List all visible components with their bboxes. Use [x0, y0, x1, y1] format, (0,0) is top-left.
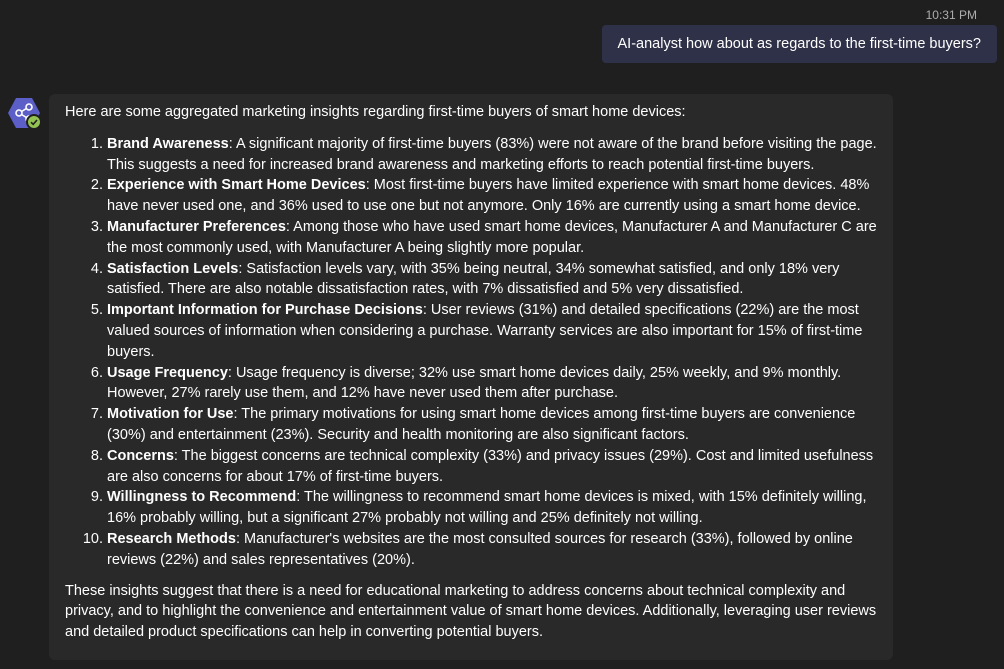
- list-item: Satisfaction Levels: Satisfaction levels…: [107, 259, 877, 301]
- list-item: Experience with Smart Home Devices: Most…: [107, 175, 877, 217]
- list-item: Usage Frequency: Usage frequency is dive…: [107, 363, 877, 405]
- list-item: Concerns: The biggest concerns are techn…: [107, 446, 877, 488]
- item-title: Motivation for Use: [107, 406, 234, 423]
- list-item: Brand Awareness: A significant majority …: [107, 134, 877, 176]
- item-title: Concerns: [107, 447, 174, 464]
- item-title: Important Information for Purchase Decis…: [107, 302, 423, 319]
- message-conclusion: These insights suggest that there is a n…: [65, 582, 877, 641]
- item-title: Manufacturer Preferences: [107, 218, 286, 235]
- bot-message-bubble[interactable]: Here are some aggregated marketing insig…: [49, 94, 893, 660]
- item-text: : The biggest concerns are technical com…: [107, 447, 874, 485]
- checkmark-icon: [26, 114, 42, 130]
- item-title: Willingness to Recommend: [107, 489, 297, 506]
- item-title: Brand Awareness: [107, 135, 229, 152]
- user-message-bubble[interactable]: AI-analyst how about as regards to the f…: [601, 25, 997, 63]
- list-item: Important Information for Purchase Decis…: [107, 300, 877, 362]
- item-title: Research Methods: [107, 530, 236, 547]
- bot-avatar[interactable]: [7, 96, 42, 130]
- message-intro: Here are some aggregated marketing insig…: [65, 104, 686, 120]
- chat-pane: 10:31 PM AI-analyst how about as regards…: [0, 0, 1004, 669]
- list-item: Willingness to Recommend: The willingnes…: [107, 487, 877, 529]
- item-title: Satisfaction Levels: [107, 260, 239, 277]
- item-title: Experience with Smart Home Devices: [107, 177, 366, 194]
- message-timestamp: 10:31 PM: [925, 8, 977, 22]
- list-item: Motivation for Use: The primary motivati…: [107, 404, 877, 446]
- item-title: Usage Frequency: [107, 364, 228, 381]
- list-item: Research Methods: Manufacturer's website…: [107, 529, 877, 571]
- list-item: Manufacturer Preferences: Among those wh…: [107, 217, 877, 259]
- insights-list: Brand Awareness: A significant majority …: [65, 134, 877, 571]
